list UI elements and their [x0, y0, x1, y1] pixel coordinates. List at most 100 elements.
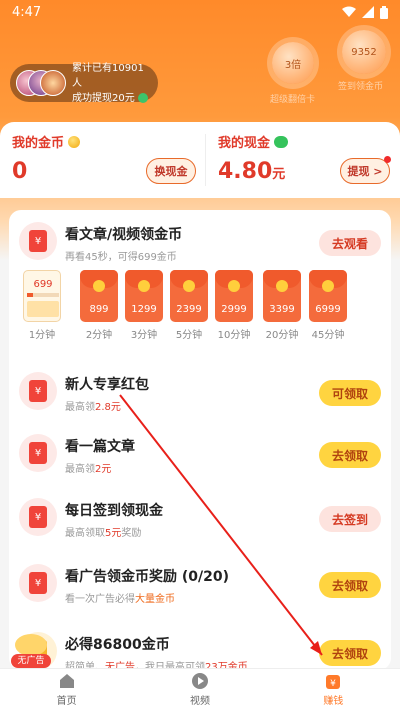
signal-icon [362, 6, 374, 18]
multiplier-bubble[interactable]: 3倍 [272, 42, 314, 84]
withdraw-button[interactable]: 提现 > [340, 156, 391, 184]
withdraw-success-text: 成功提现20元 [72, 92, 135, 104]
red-envelope-icon [138, 280, 150, 292]
task-row-newbie: ¥ 新人专享红包 最高领2.8元 可领取 [9, 360, 391, 424]
coins-title: 我的金币 [12, 136, 65, 151]
reward-amount: 1299 [131, 304, 157, 315]
avatar [40, 70, 66, 96]
reward-item[interactable]: 2999 10分钟 [215, 270, 253, 341]
reward-item[interactable]: 1299 3分钟 [125, 270, 163, 341]
red-envelope-icon [228, 280, 240, 292]
task-row-ads: ¥ 看广告领金币奖励 (0/20) 看一次广告必得大量金币 去领取 [9, 552, 391, 616]
cash-title: 我的现金 [218, 136, 271, 151]
task-title: 看广告领金币奖励 (0/20) [65, 569, 230, 585]
reward-amount: 699 [33, 279, 53, 290]
red-envelope-icon: ¥ [19, 372, 57, 410]
reward-time-label: 5分钟 [175, 330, 203, 341]
reward-time-label: 3分钟 [130, 330, 158, 341]
multiplier-value: 3倍 [284, 59, 302, 71]
cash-value: 4.80 [218, 159, 273, 184]
wallet-panel: 我的金币 0 换现金 我的现金 4.80元 提现 > [0, 122, 400, 198]
wifi-icon [342, 6, 356, 17]
withdraw-stats-pill: 累计已有10901人 成功提现20元 [10, 62, 158, 104]
reward-time-label: 2分钟 [85, 330, 113, 341]
reward-time-label: 10分钟 [217, 330, 251, 341]
red-envelope-icon [276, 280, 288, 292]
task-subtitle: 最高领2.8元 [65, 402, 121, 413]
task-subtitle: 最高领2元 [65, 464, 112, 475]
no-ad-badge: 无广告 [11, 634, 51, 668]
tab-home[interactable]: 首页 [0, 669, 133, 710]
reward-progress-bar [27, 293, 59, 297]
no-ad-label: 无广告 [11, 654, 51, 668]
red-envelope-icon: ¥ [19, 434, 57, 472]
red-envelope-icon [183, 280, 195, 292]
tab-label: 赚钱 [323, 696, 344, 707]
wechat-icon [274, 135, 289, 148]
svg-text:¥: ¥ [330, 679, 336, 689]
task-subtitle: 最高领取5元奖励 [65, 528, 142, 539]
task-subtitle: 看一次广告必得大量金币 [65, 594, 175, 605]
coin-stack-icon [27, 301, 59, 317]
money-bag-icon: ¥ [326, 675, 341, 689]
coin-icon [15, 634, 47, 656]
task-row-watch: ¥ 看文章/视频领金币 再看45秒，可得699金币 去观看 [9, 210, 391, 274]
checkin-coin-value: 9352 [351, 46, 377, 58]
reward-item[interactable]: 2399 5分钟 [170, 270, 208, 341]
wechat-icon [137, 93, 148, 103]
home-icon [59, 674, 74, 688]
cash-unit: 元 [272, 167, 286, 182]
task-title: 每日签到领现金 [65, 503, 163, 519]
exchange-cash-button[interactable]: 换现金 [146, 158, 196, 184]
task-list-card: ¥ 看文章/视频领金币 再看45秒，可得699金币 去观看 699 1分钟 89… [9, 210, 391, 670]
reward-amount: 3399 [269, 304, 295, 315]
bottom-tab-bar: 首页 视频 ¥ 赚钱 [0, 668, 400, 710]
go-checkin-button[interactable]: 去签到 [319, 506, 381, 532]
status-time: 4:47 [12, 4, 42, 20]
tab-video[interactable]: 视频 [133, 669, 266, 710]
red-envelope-icon [322, 280, 334, 292]
reward-amount: 899 [89, 304, 109, 315]
go-claim-button[interactable]: 去领取 [319, 442, 381, 468]
task-title: 新人专享红包 [65, 377, 149, 393]
tab-label: 首页 [56, 696, 77, 707]
notification-dot [384, 156, 391, 163]
checkin-coin-bubble[interactable]: 9352 [342, 30, 386, 74]
go-claim-button[interactable]: 去领取 [319, 572, 381, 598]
avatar-stack [16, 68, 68, 98]
tab-earn[interactable]: ¥ 赚钱 [267, 669, 400, 710]
battery-icon [380, 5, 388, 19]
status-icons [342, 5, 388, 19]
red-envelope-icon [93, 280, 105, 292]
play-icon [191, 673, 208, 689]
task-row-article: ¥ 看一篇文章 最高领2元 去领取 [9, 422, 391, 486]
task-title: 必得86800金币 [65, 637, 170, 653]
reward-timeline: 699 1分钟 899 2分钟 1299 3分钟 2399 5分钟 2999 1… [17, 270, 387, 350]
tab-label: 视频 [189, 696, 210, 707]
reward-item[interactable]: 3399 20分钟 [263, 270, 301, 341]
claim-button[interactable]: 可领取 [319, 380, 381, 406]
task-title: 看一篇文章 [65, 439, 135, 455]
reward-time-label: 1分钟 [28, 330, 56, 341]
reward-item[interactable]: 699 1分钟 [23, 270, 61, 341]
red-envelope-icon: ¥ [19, 222, 57, 260]
reward-item[interactable]: 6999 45分钟 [309, 270, 347, 341]
go-watch-button[interactable]: 去观看 [319, 230, 381, 256]
divider [205, 134, 206, 186]
multiplier-caption: 超级翻倍卡 [270, 95, 316, 105]
go-claim-button[interactable]: 去领取 [319, 640, 381, 666]
task-subtitle: 再看45秒，可得699金币 [65, 252, 177, 263]
reward-amount: 2399 [176, 304, 202, 315]
withdraw-label: 提现 > [347, 165, 383, 178]
red-envelope-icon: ¥ [19, 498, 57, 536]
reward-amount: 2999 [221, 304, 247, 315]
task-row-checkin: ¥ 每日签到领现金 最高领取5元奖励 去签到 [9, 486, 391, 550]
reward-time-label: 45分钟 [311, 330, 345, 341]
users-count-text: 累计已有10901人 [72, 62, 144, 89]
red-envelope-icon: ¥ [19, 564, 57, 602]
task-row-bonus: ¥ 必得86800金币 超简单、无广告，我日最高可领23万金币 去领取 [9, 620, 391, 670]
reward-time-label: 20分钟 [265, 330, 299, 341]
checkin-coin-caption: 签到领金币 [338, 82, 384, 92]
coin-icon [68, 135, 81, 148]
reward-item[interactable]: 899 2分钟 [80, 270, 118, 341]
